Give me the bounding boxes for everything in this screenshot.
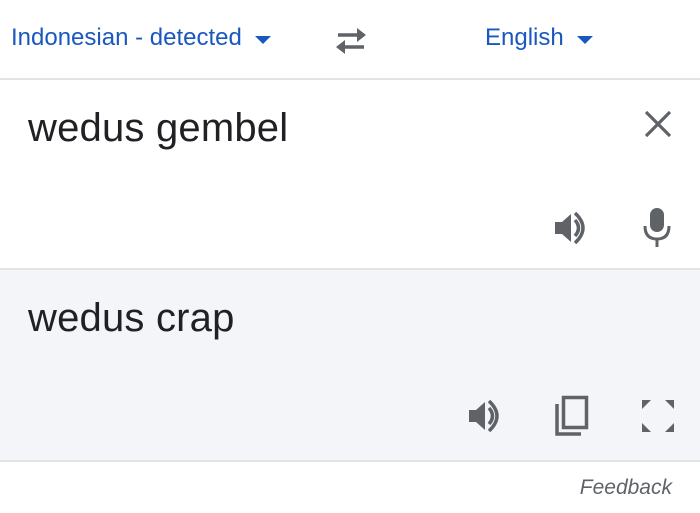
close-icon (644, 110, 672, 138)
content-copy-icon (555, 395, 589, 436)
translation-text: wedus crap (28, 296, 235, 340)
source-language-label: Indonesian - detected (11, 24, 242, 51)
listen-translation-button[interactable] (466, 396, 506, 436)
feedback-link[interactable]: Feedback (580, 476, 672, 500)
target-language-label: English (485, 24, 564, 51)
arrow-drop-down-icon (254, 36, 271, 44)
swap-languages-button[interactable] (330, 20, 372, 60)
source-panel: wedus gembel (0, 80, 700, 270)
source-language-button[interactable]: Indonesian - detected (11, 18, 271, 58)
translate-page: Indonesian - detected English wedus gemb… (0, 0, 700, 513)
mic-icon (643, 208, 671, 247)
swap-horiz-icon (336, 28, 366, 54)
microphone-button[interactable] (640, 206, 674, 250)
source-text-input[interactable]: wedus gembel (28, 106, 288, 151)
target-language-button[interactable]: English (485, 18, 593, 58)
volume-up-icon (555, 211, 585, 245)
language-bar: Indonesian - detected English (0, 0, 700, 80)
listen-source-button[interactable] (552, 208, 592, 248)
fullscreen-icon (642, 400, 674, 432)
copy-translation-button[interactable] (553, 394, 591, 438)
result-panel: wedus crap (0, 270, 700, 462)
arrow-drop-down-icon (576, 36, 593, 44)
fullscreen-button[interactable] (638, 396, 678, 436)
clear-source-button[interactable] (638, 104, 678, 144)
volume-up-icon (469, 399, 499, 433)
